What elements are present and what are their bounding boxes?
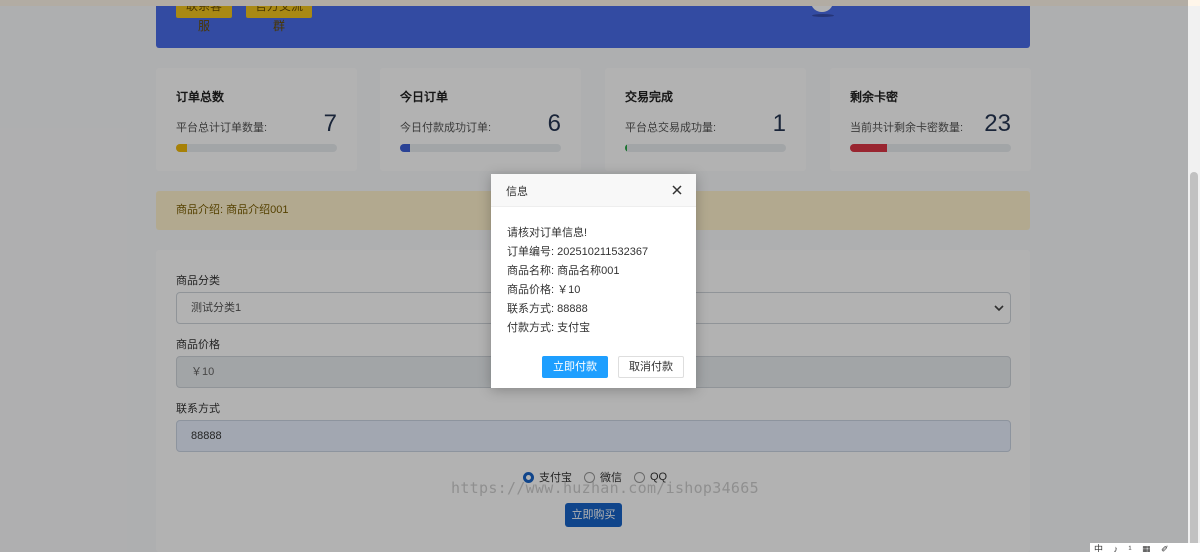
dialog-line: 请核对订单信息! [507, 227, 588, 239]
cancel-payment-button[interactable]: 取消付款 [618, 356, 684, 378]
dialog-line: 商品价格: ￥10 [507, 284, 581, 296]
order-confirm-dialog: 信息 请核对订单信息! 订单编号: 202510211532367 商品名称: … [491, 174, 696, 388]
scrollbar-thumb[interactable] [1190, 172, 1198, 552]
dialog-line: 订单编号: 202510211532367 [507, 246, 649, 258]
dialog-line: 商品名称: 商品名称001 [507, 265, 620, 277]
dialog-body: 请核对订单信息! 订单编号: 202510211532367 商品名称: 商品名… [507, 224, 648, 338]
dialog-line: 联系方式: 88888 [507, 303, 588, 315]
page-scrollbar[interactable] [1188, 6, 1200, 552]
watermark-text: https://www.huzhan.com/ishop34665 [451, 479, 759, 497]
pay-now-button[interactable]: 立即付款 [542, 356, 608, 378]
dialog-header: 信息 [491, 174, 696, 207]
ime-tray: 中 ♪ ¹ ▦ ✐ [1090, 543, 1200, 552]
dialog-title: 信息 [506, 186, 528, 198]
dialog-line: 付款方式: 支付宝 [507, 322, 591, 334]
close-icon[interactable] [670, 183, 684, 197]
